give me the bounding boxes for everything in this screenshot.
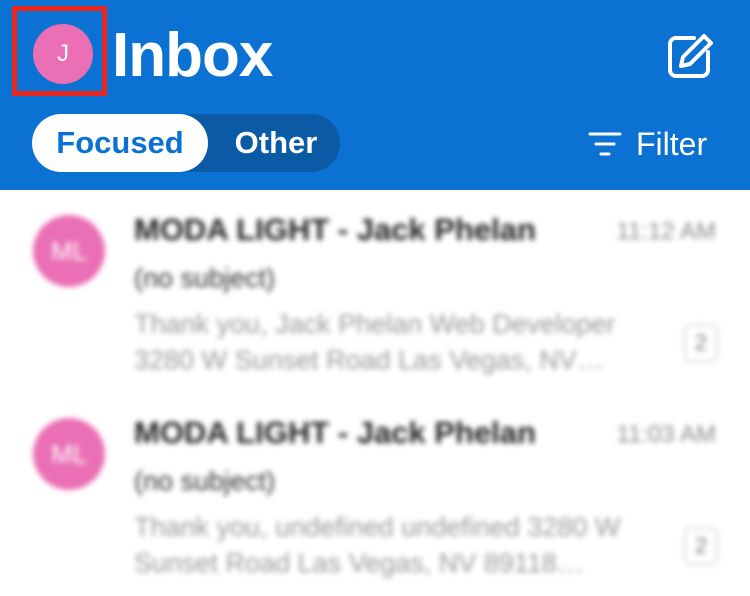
message-preview: Thank you, Jack Phelan Web Developer 328… bbox=[134, 309, 616, 375]
compose-button[interactable] bbox=[664, 30, 716, 82]
message-item[interactable]: ML MODA LIGHT - Jack Phelan 11:03 AM (no… bbox=[0, 393, 750, 596]
thread-count-badge: 2 bbox=[684, 527, 718, 565]
filter-button[interactable]: Filter bbox=[588, 120, 707, 168]
app-header: J Inbox Focused Other Filter bbox=[0, 0, 750, 190]
filter-label: Filter bbox=[636, 125, 708, 162]
message-sender: MODA LIGHT - Jack Phelan bbox=[134, 415, 536, 450]
tab-other[interactable]: Other bbox=[212, 114, 340, 172]
inbox-tab-switcher: Focused Other bbox=[32, 114, 340, 172]
message-time: 11:03 AM bbox=[616, 421, 716, 448]
thread-count-badge: 2 bbox=[684, 324, 718, 362]
avatar-highlight-box bbox=[12, 6, 107, 96]
sender-avatar: ML bbox=[33, 215, 105, 287]
message-subject: (no subject) bbox=[134, 263, 276, 293]
filter-icon bbox=[588, 132, 622, 156]
message-sender: MODA LIGHT - Jack Phelan bbox=[134, 212, 536, 247]
message-time: 11:12 AM bbox=[616, 218, 716, 245]
compose-icon bbox=[668, 34, 713, 78]
sender-avatar: ML bbox=[33, 418, 105, 490]
page-title: Inbox bbox=[112, 21, 273, 90]
message-subject: (no subject) bbox=[134, 466, 276, 496]
message-list: ML MODA LIGHT - Jack Phelan 11:12 AM (no… bbox=[0, 190, 750, 596]
message-item[interactable]: ML MODA LIGHT - Jack Phelan 11:12 AM (no… bbox=[0, 190, 750, 393]
tab-focused[interactable]: Focused bbox=[32, 114, 208, 172]
message-preview: Thank you, undefined undefined 3280 W Su… bbox=[134, 512, 621, 578]
